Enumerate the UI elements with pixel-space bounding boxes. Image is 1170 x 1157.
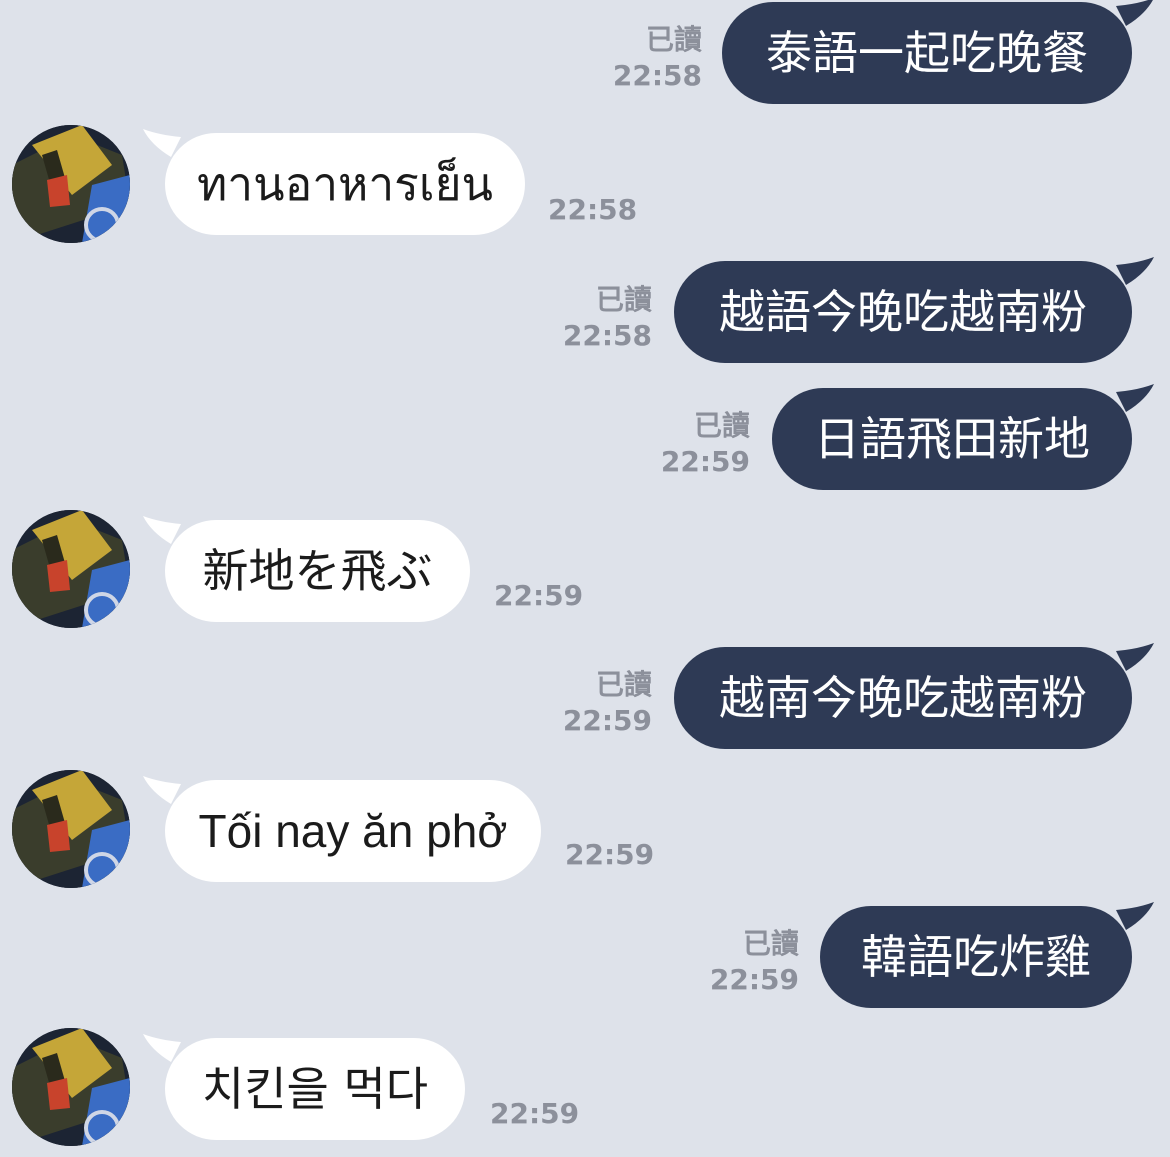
contact-avatar[interactable]	[12, 510, 130, 628]
message-text: 越語今晚吃越南粉	[719, 285, 1087, 339]
bubble-tail-icon	[143, 1034, 181, 1062]
contact-avatar[interactable]	[12, 770, 130, 888]
received-message-bubble[interactable]: 新地を飛ぶ	[143, 516, 470, 622]
message-text: 日語飛田新地	[814, 412, 1090, 466]
message-text: 泰語一起吃晚餐	[766, 26, 1088, 80]
bubble-tail-icon	[143, 776, 181, 804]
read-receipt: 已讀	[595, 668, 652, 701]
bubble-tail-icon	[143, 129, 181, 157]
message-text: ทานอาหารเย็น	[196, 157, 494, 211]
message-meta: 已讀 22:58	[600, 22, 702, 94]
bubble-tail-icon	[1116, 384, 1154, 412]
contact-avatar[interactable]	[12, 1028, 130, 1146]
message-time: 22:59	[490, 1097, 580, 1130]
message-time: 22:58	[548, 193, 638, 226]
message-time: 22:58	[612, 59, 702, 92]
received-message-bubble[interactable]: ทานอาหารเย็น	[143, 129, 525, 235]
sent-message-bubble[interactable]: 日語飛田新地	[772, 384, 1154, 490]
received-message-bubble[interactable]: Tối nay ăn phở	[143, 776, 541, 882]
message-text: 韓語吃炸雞	[861, 930, 1091, 984]
sent-message-bubble[interactable]: 越南今晚吃越南粉	[674, 643, 1154, 749]
received-message-bubble[interactable]: 치킨을 먹다	[143, 1034, 465, 1140]
message-text: 치킨을 먹다	[201, 1062, 429, 1116]
message-time: 22:58	[562, 319, 652, 352]
sent-message-bubble[interactable]: 越語今晚吃越南粉	[674, 257, 1154, 363]
avatar-image-icon	[12, 510, 130, 628]
avatar-image-icon	[12, 1028, 130, 1146]
read-receipt: 已讀	[693, 409, 750, 442]
message-text: Tối nay ăn phở	[198, 805, 508, 857]
bubble-tail-icon	[1116, 0, 1153, 26]
message-meta: 已讀 22:59	[550, 667, 652, 739]
chat-thread: 已讀 22:58 泰語一起吃晚餐 ทานอาหารเย็น 22:58 已讀 2…	[0, 0, 1170, 1157]
bubble-tail-icon	[1116, 902, 1154, 930]
message-time: 22:59	[565, 838, 655, 871]
read-receipt: 已讀	[595, 283, 652, 316]
message-meta: 已讀 22:59	[697, 926, 799, 998]
bubble-tail-icon	[143, 516, 181, 544]
message-time: 22:59	[562, 704, 652, 737]
message-text: 越南今晚吃越南粉	[719, 671, 1087, 725]
contact-avatar[interactable]	[12, 125, 130, 243]
read-receipt: 已讀	[645, 23, 702, 56]
message-text: 新地を飛ぶ	[202, 544, 433, 598]
message-time: 22:59	[660, 445, 750, 478]
read-receipt: 已讀	[742, 927, 799, 960]
sent-message-bubble[interactable]: 韓語吃炸雞	[820, 902, 1154, 1008]
sent-message-bubble[interactable]: 泰語一起吃晚餐	[722, 0, 1153, 104]
avatar-image-icon	[12, 125, 130, 243]
bubble-tail-icon	[1116, 257, 1154, 285]
message-time: 22:59	[494, 579, 584, 612]
message-meta: 已讀 22:59	[648, 408, 750, 480]
message-time: 22:59	[709, 963, 799, 996]
message-meta: 已讀 22:58	[550, 282, 652, 354]
bubble-tail-icon	[1116, 643, 1154, 671]
avatar-image-icon	[12, 770, 130, 888]
